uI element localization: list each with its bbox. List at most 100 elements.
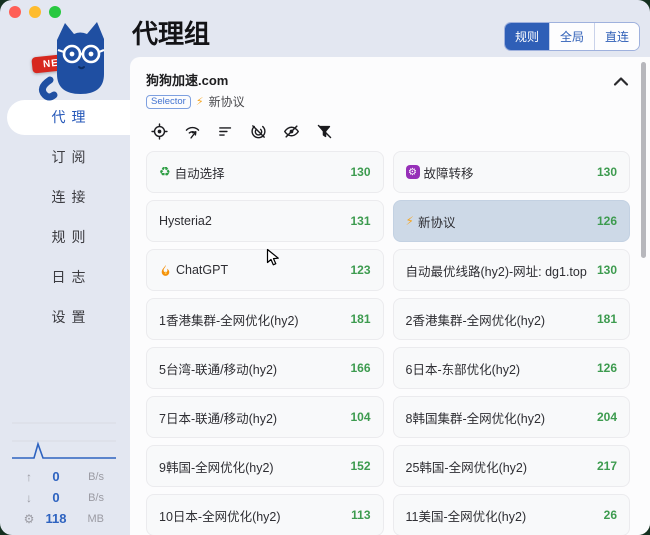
proxy-latency: 166 — [342, 361, 370, 375]
collapse-group-button[interactable] — [610, 71, 632, 93]
upload-unit: B/s — [74, 471, 104, 483]
proxy-name: 25韩国-全网优化(hy2) — [406, 457, 528, 476]
page-title: 代理组 — [132, 14, 210, 51]
download-unit: B/s — [74, 492, 104, 504]
proxy-name: 9韩国-全网优化(hy2) — [159, 457, 274, 476]
proxy-name: ⚡新协议 — [406, 212, 456, 231]
sidebar-item-0[interactable]: 代理 — [7, 100, 130, 135]
proxy-name: ♻自动选择 — [159, 163, 225, 182]
proxy-latency: 130 — [589, 165, 617, 179]
proxy-name: Hysteria2 — [159, 214, 212, 228]
memory-unit: MB — [74, 513, 104, 525]
proxy-latency: 130 — [589, 263, 617, 277]
proxy-card[interactable]: 5台湾-联通/移动(hy2) 166 — [146, 347, 384, 389]
group-name: 狗狗加速.com — [146, 70, 634, 89]
proxy-latency: 217 — [589, 459, 617, 473]
app-window: 代理组 规则全局直连 NEW 代理订阅连接规则日志设置 ↑ 0 — [0, 0, 650, 535]
minimize-button[interactable] — [29, 6, 41, 18]
traffic-panel: ↑ 0 B/s ↓ 0 B/s ⚙ 118 MB — [0, 420, 130, 529]
mode-tab-0[interactable]: 规则 — [505, 23, 549, 50]
zoom-button[interactable] — [49, 6, 61, 18]
mode-tab-2[interactable]: 直连 — [594, 23, 639, 50]
locate-node-button[interactable] — [148, 120, 170, 142]
proxy-name: 1香港集群-全网优化(hy2) — [159, 310, 299, 329]
sidebar-item-5[interactable]: 设置 — [7, 300, 130, 335]
sidebar-item-4[interactable]: 日志 — [7, 260, 130, 295]
proxy-latency: 152 — [342, 459, 370, 473]
fire-icon — [159, 264, 172, 277]
proxy-latency: 131 — [342, 214, 370, 228]
sort-button[interactable] — [214, 120, 236, 142]
traffic-sparkline — [12, 420, 116, 462]
proxy-card[interactable]: 11美国-全网优化(hy2)26 — [393, 494, 631, 535]
proxy-name: 5台湾-联通/移动(hy2) — [159, 359, 277, 378]
sidebar-nav: 代理订阅连接规则日志设置 — [0, 100, 130, 340]
download-stat: ↓ 0 B/s — [0, 487, 130, 508]
hide-unavailable-button[interactable] — [247, 120, 269, 142]
proxy-card[interactable]: 自动最优线路(hy2)-网址: dg1.top130 — [393, 249, 631, 291]
upload-arrow-icon: ↑ — [20, 470, 38, 484]
sidebar: NEW 代理订阅连接规则日志设置 ↑ 0 B/s ↓ 0 B/s ⚙ 118 M… — [0, 0, 130, 535]
group-subtitle: Selector ⚡ 新协议 — [146, 93, 634, 110]
proxy-name: 10日本-全网优化(hy2) — [159, 506, 281, 525]
signal-off-icon — [250, 123, 267, 140]
current-node-label: 新协议 — [209, 93, 245, 110]
mode-tab-1[interactable]: 全局 — [549, 23, 594, 50]
locate-icon — [151, 123, 168, 140]
proxy-latency: 181 — [342, 312, 370, 326]
sort-icon — [217, 123, 234, 140]
clear-filter-button[interactable] — [313, 120, 335, 142]
proxy-group-panel: 狗狗加速.com Selector ⚡ 新协议 — [130, 57, 650, 535]
download-arrow-icon: ↓ — [20, 491, 38, 505]
proxy-card[interactable]: 2香港集群-全网优化(hy2) 181 — [393, 298, 631, 340]
proxy-latency: 204 — [589, 410, 617, 424]
upload-value: 0 — [38, 469, 74, 484]
proxy-latency: 126 — [589, 214, 617, 228]
speed-test-button[interactable] — [181, 120, 203, 142]
proxy-name: 自动最优线路(hy2)-网址: dg1.top — [406, 261, 587, 280]
proxy-card[interactable]: 25韩国-全网优化(hy2) 217 — [393, 445, 631, 487]
proxy-latency: 181 — [589, 312, 617, 326]
proxy-grid: ♻自动选择130⚙故障转移130Hysteria2131⚡新协议126ChatG… — [146, 151, 630, 535]
proxy-card[interactable]: ⚙故障转移130 — [393, 151, 631, 193]
outbound-mode-switcher: 规则全局直连 — [504, 22, 640, 51]
group-toolbar — [148, 120, 650, 142]
proxy-latency: 104 — [342, 410, 370, 424]
proxy-card[interactable]: 8韩国集群-全网优化(hy2) 204 — [393, 396, 631, 438]
proxy-name: 7日本-联通/移动(hy2) — [159, 408, 277, 427]
speed-test-icon — [184, 123, 201, 140]
proxy-name: 8韩国集群-全网优化(hy2) — [406, 408, 546, 427]
proxy-card[interactable]: 10日本-全网优化(hy2) 113 — [146, 494, 384, 535]
proxy-card[interactable]: 6日本-东部优化(hy2)126 — [393, 347, 631, 389]
lightning-icon: ⚡ — [196, 95, 204, 108]
lightning-icon: ⚡ — [406, 214, 414, 228]
proxy-latency: 113 — [343, 508, 370, 522]
proxy-name: ChatGPT — [159, 263, 228, 277]
proxy-name: 2香港集群-全网优化(hy2) — [406, 310, 546, 329]
hide-details-button[interactable] — [280, 120, 302, 142]
group-header: 狗狗加速.com Selector ⚡ 新协议 — [130, 57, 650, 110]
proxy-card[interactable]: ♻自动选择 130 — [146, 151, 384, 193]
sidebar-item-3[interactable]: 规则 — [7, 220, 130, 255]
filter-off-icon — [316, 123, 333, 140]
proxy-latency: 130 — [342, 165, 370, 179]
proxy-latency: 26 — [596, 508, 617, 522]
memory-value: 118 — [38, 511, 74, 526]
group-type-badge: Selector — [146, 95, 191, 109]
cat-logo-icon — [30, 16, 122, 102]
proxy-card[interactable]: 7日本-联通/移动(hy2) 104 — [146, 396, 384, 438]
sidebar-item-1[interactable]: 订阅 — [7, 140, 130, 175]
scrollbar-thumb[interactable] — [641, 62, 646, 258]
proxy-card[interactable]: ⚡新协议 126 — [393, 200, 631, 242]
window-controls — [9, 6, 61, 18]
memory-stat: ⚙ 118 MB — [0, 508, 130, 529]
proxy-latency: 126 — [589, 361, 617, 375]
proxy-card[interactable]: 9韩国-全网优化(hy2) 152 — [146, 445, 384, 487]
chevron-up-icon — [610, 71, 632, 93]
proxy-card[interactable]: ChatGPT123 — [146, 249, 384, 291]
proxy-card[interactable]: Hysteria2 131 — [146, 200, 384, 242]
sidebar-item-2[interactable]: 连接 — [7, 180, 130, 215]
eye-off-icon — [283, 123, 300, 140]
close-button[interactable] — [9, 6, 21, 18]
proxy-card[interactable]: 1香港集群-全网优化(hy2) 181 — [146, 298, 384, 340]
